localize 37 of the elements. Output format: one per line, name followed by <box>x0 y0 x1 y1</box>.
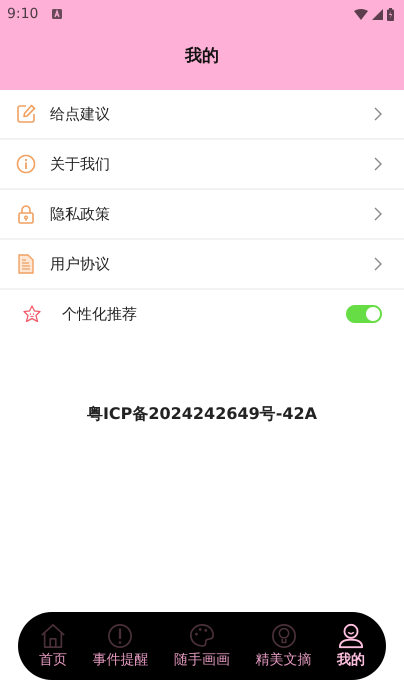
chevron-right-icon <box>374 107 382 121</box>
wifi-icon <box>354 8 368 20</box>
battery-icon <box>387 8 394 20</box>
nav-tab[interactable]: 随手画画 <box>174 623 230 669</box>
star-icon <box>22 304 42 324</box>
menu-item[interactable]: 给点建议 <box>0 90 404 140</box>
chevron-right-icon <box>374 157 382 171</box>
menu-item[interactable]: 隐私政策 <box>0 190 404 240</box>
menu-item[interactable]: 用户协议 <box>0 240 404 290</box>
chevron-right-icon <box>374 207 382 221</box>
lightbulb-icon <box>270 623 297 649</box>
menu-label: 个性化推荐 <box>62 304 138 324</box>
icp-text: 粤ICP备2024242649号-42A <box>86 404 318 425</box>
info-icon <box>16 154 36 174</box>
palette-icon <box>188 623 215 649</box>
menu-label: 给点建议 <box>50 104 111 124</box>
toggle-switch[interactable] <box>346 305 382 323</box>
alert-icon <box>107 623 134 649</box>
nav-tab[interactable]: 首页 <box>38 623 67 669</box>
menu-label: 隐私政策 <box>50 204 111 224</box>
menu-label: 用户协议 <box>50 254 111 274</box>
nav-tab[interactable]: 事件提醒 <box>92 623 148 669</box>
chevron-right-icon <box>374 257 382 271</box>
signal-icon <box>372 8 383 20</box>
nav-tab[interactable]: 精美文摘 <box>256 623 312 669</box>
lock-icon <box>16 204 36 224</box>
edit-icon <box>16 104 36 124</box>
home-icon <box>40 623 66 649</box>
nav-tab[interactable]: 我的 <box>337 623 366 669</box>
user-icon <box>338 623 364 649</box>
page-title: 我的 <box>184 45 220 67</box>
status-time: 9:10 <box>7 6 38 22</box>
menu-item[interactable]: 关于我们 <box>0 140 404 190</box>
document-icon <box>16 254 36 274</box>
menu-item[interactable]: 个性化推荐 <box>0 290 404 338</box>
menu-label: 关于我们 <box>50 154 111 174</box>
notification-icon <box>52 9 62 19</box>
